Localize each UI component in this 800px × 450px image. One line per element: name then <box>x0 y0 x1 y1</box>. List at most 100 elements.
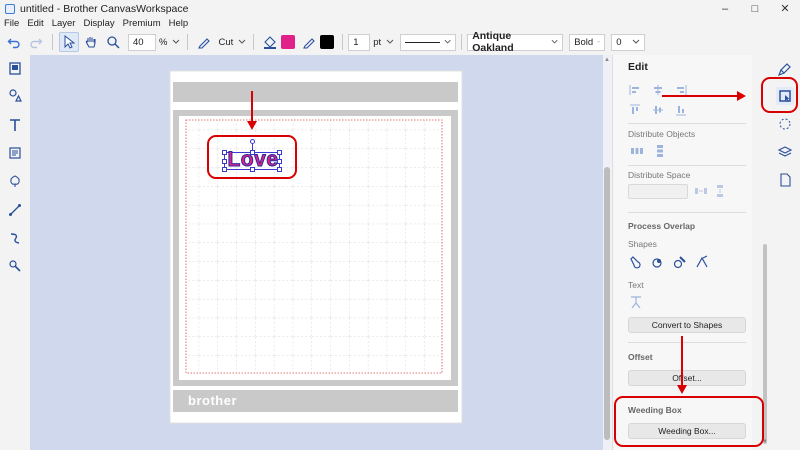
image-trace-icon[interactable] <box>7 145 23 161</box>
menu-file[interactable]: File <box>0 18 23 29</box>
font-weight-dropdown[interactable]: Bold <box>569 33 606 51</box>
distribute-space-input[interactable] <box>628 184 688 199</box>
line-style-dropdown[interactable] <box>400 33 457 51</box>
annotation-arrowhead-right <box>737 91 746 101</box>
panel-title: Edit <box>628 61 648 73</box>
char-spacing-input[interactable]: 0 <box>611 33 646 51</box>
line-draw-icon[interactable] <box>7 202 23 218</box>
pattern-tree-icon[interactable] <box>7 173 23 189</box>
fill-color-swatch[interactable] <box>281 35 296 49</box>
pen-cut-icon[interactable] <box>194 32 214 52</box>
line-width-chevron-icon[interactable] <box>385 32 395 52</box>
annotation-box-weeding <box>614 396 764 447</box>
layers-tab-icon[interactable] <box>776 143 794 161</box>
panel-divider <box>628 342 746 343</box>
line-width-input[interactable]: 1 <box>348 33 371 51</box>
paint-brush-tab-icon[interactable] <box>776 60 794 78</box>
offset-title: Offset <box>628 352 653 362</box>
brush-curve-icon[interactable] <box>7 230 23 246</box>
text-tool-icon[interactable] <box>7 117 23 133</box>
menu-display[interactable]: Display <box>79 18 118 29</box>
hand-pan-icon[interactable] <box>81 32 101 52</box>
offset-button[interactable]: Offset... <box>628 370 746 386</box>
menu-help[interactable]: Help <box>165 18 193 29</box>
align-left-icon[interactable] <box>628 83 642 97</box>
process-overlap-title: Process Overlap <box>628 221 696 231</box>
annotation-arrowhead <box>247 121 257 130</box>
window-title: untitled - Brother CanvasWorkspace <box>20 2 189 15</box>
object-select-icon[interactable] <box>7 60 23 76</box>
panel-divider <box>628 165 746 166</box>
document-tab-icon[interactable] <box>776 171 794 189</box>
zoom-unit: % <box>159 36 168 48</box>
distribute-horizontal-icon[interactable] <box>630 144 644 158</box>
annotation-arrowhead-weeding <box>677 385 687 394</box>
font-family-chevron-icon <box>551 39 558 44</box>
zoom-input[interactable]: 40 <box>128 33 156 51</box>
shapes-label: Shapes <box>628 239 657 249</box>
redo-icon[interactable] <box>26 32 46 52</box>
line-width-unit: pt <box>373 36 382 48</box>
font-weight-chevron-icon <box>597 41 600 43</box>
panel-scrollbar[interactable]: ▼ <box>762 55 769 450</box>
undo-icon[interactable] <box>4 32 24 52</box>
menu-bar: File Edit Layer Display Premium Help <box>0 17 800 30</box>
toolbar-divider <box>342 34 344 50</box>
annotation-arrow-weeding <box>681 336 683 386</box>
align-bottom-icon[interactable] <box>674 103 688 117</box>
overlap-shapes-icon[interactable] <box>673 255 687 269</box>
align-middle-icon[interactable] <box>651 103 665 117</box>
title-bar: untitled - Brother CanvasWorkspace – □ ✕ <box>0 0 800 17</box>
mat-brand-logo: brother <box>188 393 237 408</box>
left-toolbar <box>0 55 30 450</box>
font-family-dropdown[interactable]: Antique Oakland <box>467 30 564 54</box>
right-tab-bar <box>770 55 800 450</box>
menu-edit[interactable]: Edit <box>23 18 47 29</box>
toolbar-divider <box>187 34 189 50</box>
menu-layer[interactable]: Layer <box>48 18 80 29</box>
select-pointer-icon[interactable] <box>59 32 79 52</box>
text-label: Text <box>628 280 644 290</box>
cut-mode-label[interactable]: Cut <box>218 37 233 48</box>
canvas-scroll-thumb[interactable] <box>604 167 610 440</box>
text-to-shape-icon[interactable] <box>629 295 643 309</box>
menu-premium[interactable]: Premium <box>119 18 165 29</box>
space-horizontal-icon[interactable] <box>694 184 708 198</box>
font-family-value: Antique Oakland <box>472 30 514 54</box>
align-top-icon[interactable] <box>628 103 642 117</box>
fill-bucket-icon[interactable] <box>260 32 280 52</box>
zoom-dropdown-chevron-icon[interactable] <box>171 32 181 52</box>
zoom-magnifier-icon[interactable] <box>103 32 123 52</box>
line-color-swatch[interactable] <box>320 35 335 49</box>
font-weight-value: Bold <box>574 36 594 48</box>
canvas-area[interactable]: brother Love <box>30 55 605 450</box>
canvas-scrollbar[interactable]: ▲ <box>603 55 611 450</box>
distribute-vertical-icon[interactable] <box>653 144 667 158</box>
annotation-arrow-right <box>662 95 738 97</box>
toolbar-divider <box>253 34 255 50</box>
annotation-arrow-down <box>251 91 253 123</box>
node-edit-tab-icon[interactable] <box>776 115 794 133</box>
char-spacing-value: 0 <box>616 36 622 48</box>
space-vertical-icon[interactable] <box>713 184 727 198</box>
panel-divider <box>628 212 746 213</box>
close-button[interactable]: ✕ <box>770 0 800 17</box>
line-pen-icon[interactable] <box>299 32 319 52</box>
cut-mode-chevron-icon[interactable] <box>237 32 247 52</box>
shapes-tool-icon[interactable] <box>7 87 23 103</box>
cutting-mat <box>169 70 463 424</box>
group-shapes-icon[interactable] <box>651 255 665 269</box>
minimize-button[interactable]: – <box>710 0 740 17</box>
annotation-box-love <box>207 135 297 179</box>
line-style-chevron-icon <box>444 39 451 44</box>
trim-shapes-icon[interactable] <box>695 255 709 269</box>
convert-to-shapes-button[interactable]: Convert to Shapes <box>628 317 746 333</box>
scroll-up-arrow-icon[interactable]: ▲ <box>604 57 610 63</box>
toolbar-divider <box>52 34 53 50</box>
char-spacing-chevron-icon <box>632 39 640 44</box>
toolbar-divider <box>461 34 463 50</box>
weld-shapes-icon[interactable] <box>629 255 643 269</box>
maximize-button[interactable]: □ <box>740 0 770 17</box>
distribute-space-label: Distribute Space <box>628 170 691 180</box>
magic-wand-icon[interactable] <box>7 258 23 274</box>
